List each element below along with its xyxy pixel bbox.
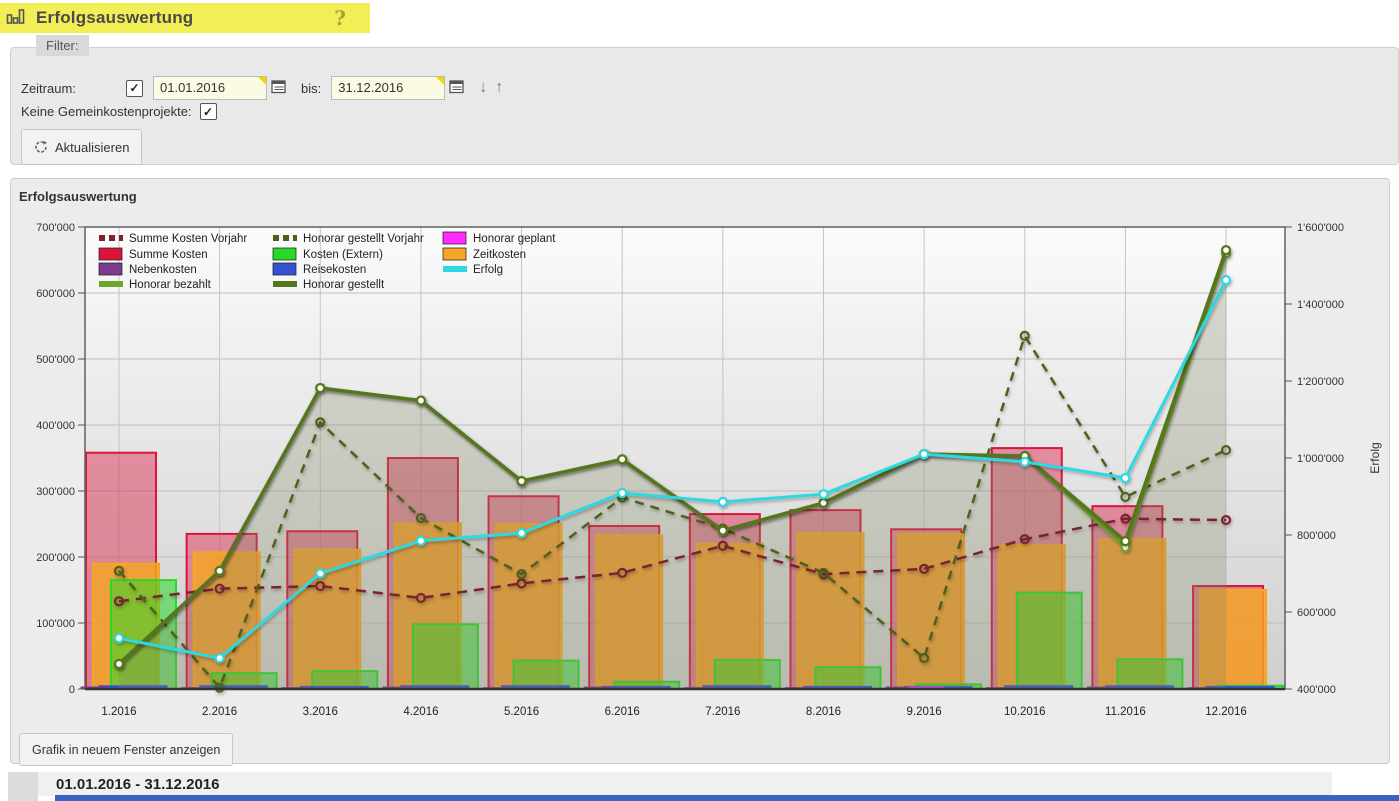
- footer-corner-block: [8, 772, 38, 801]
- svg-text:0: 0: [69, 684, 75, 696]
- svg-text:1'000'000: 1'000'000: [1297, 453, 1344, 465]
- zeitraum-checkbox[interactable]: ✓: [126, 80, 143, 97]
- chart-title: Erfolgsauswertung: [19, 189, 137, 204]
- svg-text:1'200'000: 1'200'000: [1297, 376, 1344, 388]
- aktualisieren-label: Aktualisieren: [55, 140, 129, 155]
- svg-text:200'000: 200'000: [36, 552, 75, 564]
- tooltip-corner-icon: [258, 77, 266, 85]
- svg-text:600'000: 600'000: [1297, 607, 1336, 619]
- svg-text:Summe Kosten Vorjahr: Summe Kosten Vorjahr: [129, 233, 247, 245]
- page-title-bar: Erfolgsauswertung ?: [0, 3, 370, 33]
- chart-panel: Erfolgsauswertung 0 100'000 200'000 300'000…: [10, 178, 1390, 764]
- x-axis-label: 6.2016: [605, 706, 640, 718]
- refresh-icon: [34, 140, 48, 154]
- legend-item-honorar-geplant: Honorar geplant: [443, 232, 556, 245]
- legend-item-zeitkosten: Zeitkosten: [443, 248, 526, 261]
- date-from-value: 01.01.2016: [160, 80, 225, 95]
- table-header-strip: [55, 795, 1399, 801]
- right-axis-title: Erfolg: [1368, 442, 1382, 473]
- filter-panel: Filter: Zeitraum: ✓ 01.01.2016 bis: 31.1…: [10, 47, 1399, 165]
- calendar-icon[interactable]: [271, 79, 287, 97]
- legend-item-nebenkosten: Nebenkosten: [99, 263, 197, 276]
- svg-text:500'000: 500'000: [36, 354, 75, 366]
- filter-legend: Filter:: [36, 35, 89, 56]
- x-axis-label: 5.2016: [504, 706, 539, 718]
- date-to-value: 31.12.2016: [338, 80, 403, 95]
- svg-text:Kosten (Extern): Kosten (Extern): [303, 249, 383, 261]
- x-axis-label: 9.2016: [907, 706, 942, 718]
- sort-down-icon[interactable]: ↓: [479, 79, 487, 97]
- svg-text:Honorar gestellt Vorjahr: Honorar gestellt Vorjahr: [303, 233, 424, 245]
- x-axis-label: 1.2016: [101, 706, 136, 718]
- x-axis-label: 3.2016: [303, 706, 338, 718]
- date-from-field[interactable]: 01.01.2016: [153, 76, 267, 100]
- svg-text:600'000: 600'000: [36, 288, 75, 300]
- sort-up-icon[interactable]: ↑: [495, 79, 503, 97]
- bis-label: bis:: [301, 81, 321, 96]
- svg-text:400'000: 400'000: [36, 420, 75, 432]
- x-axis-label: 8.2016: [806, 706, 841, 718]
- zeitraum-label: Zeitraum:: [21, 81, 126, 96]
- x-axis-label: 11.2016: [1105, 706, 1146, 718]
- svg-text:1'600'000: 1'600'000: [1297, 222, 1344, 234]
- calendar-icon[interactable]: [449, 79, 465, 97]
- page-title: Erfolgsauswertung: [36, 8, 193, 28]
- date-to-field[interactable]: 31.12.2016: [331, 76, 445, 100]
- svg-text:800'000: 800'000: [1297, 530, 1336, 542]
- tooltip-corner-icon: [436, 77, 444, 85]
- keine-gemeinkosten-checkbox[interactable]: ✓: [200, 103, 217, 120]
- period-heading: 01.01.2016 - 31.12.2016: [56, 776, 219, 793]
- svg-text:400'000: 400'000: [1297, 684, 1336, 696]
- svg-text:Honorar gestellt: Honorar gestellt: [303, 279, 385, 291]
- svg-text:300'000: 300'000: [36, 486, 75, 498]
- legend-item-summe-kosten: Summe Kosten: [99, 248, 208, 261]
- x-axis-label: 2.2016: [202, 706, 237, 718]
- keine-gemeinkosten-label: Keine Gemeinkostenprojekte:: [21, 104, 192, 119]
- help-icon[interactable]: ?: [334, 6, 346, 30]
- svg-text:100'000: 100'000: [36, 618, 75, 630]
- svg-text:Nebenkosten: Nebenkosten: [129, 264, 197, 276]
- legend-item-reisekosten: Reisekosten: [273, 263, 366, 276]
- svg-text:Reisekosten: Reisekosten: [303, 264, 366, 276]
- legend-item-kosten-extern-: Kosten (Extern): [273, 248, 383, 261]
- bar-chart-icon: [6, 7, 26, 30]
- svg-text:Honorar geplant: Honorar geplant: [473, 233, 556, 245]
- open-in-new-window-button[interactable]: Grafik in neuem Fenster anzeigen: [19, 733, 233, 766]
- erfolgsauswertung-chart: 0 100'000 200'000 300'000 400'000 500'000 600'…: [11, 211, 1389, 731]
- svg-text:Erfolg: Erfolg: [473, 264, 503, 276]
- x-axis-label: 12.2016: [1205, 706, 1247, 718]
- aktualisieren-button[interactable]: Aktualisieren: [21, 129, 142, 165]
- x-axis-label: 4.2016: [403, 706, 438, 718]
- svg-text:Honorar bezahlt: Honorar bezahlt: [129, 279, 212, 291]
- svg-text:Summe Kosten: Summe Kosten: [129, 249, 208, 261]
- period-heading-strip: 01.01.2016 - 31.12.2016: [38, 772, 1332, 796]
- x-axis-label: 10.2016: [1004, 706, 1046, 718]
- svg-text:Zeitkosten: Zeitkosten: [473, 249, 526, 261]
- svg-text:1'400'000: 1'400'000: [1297, 299, 1344, 311]
- x-axis-label: 7.2016: [705, 706, 740, 718]
- svg-text:700'000: 700'000: [36, 222, 75, 234]
